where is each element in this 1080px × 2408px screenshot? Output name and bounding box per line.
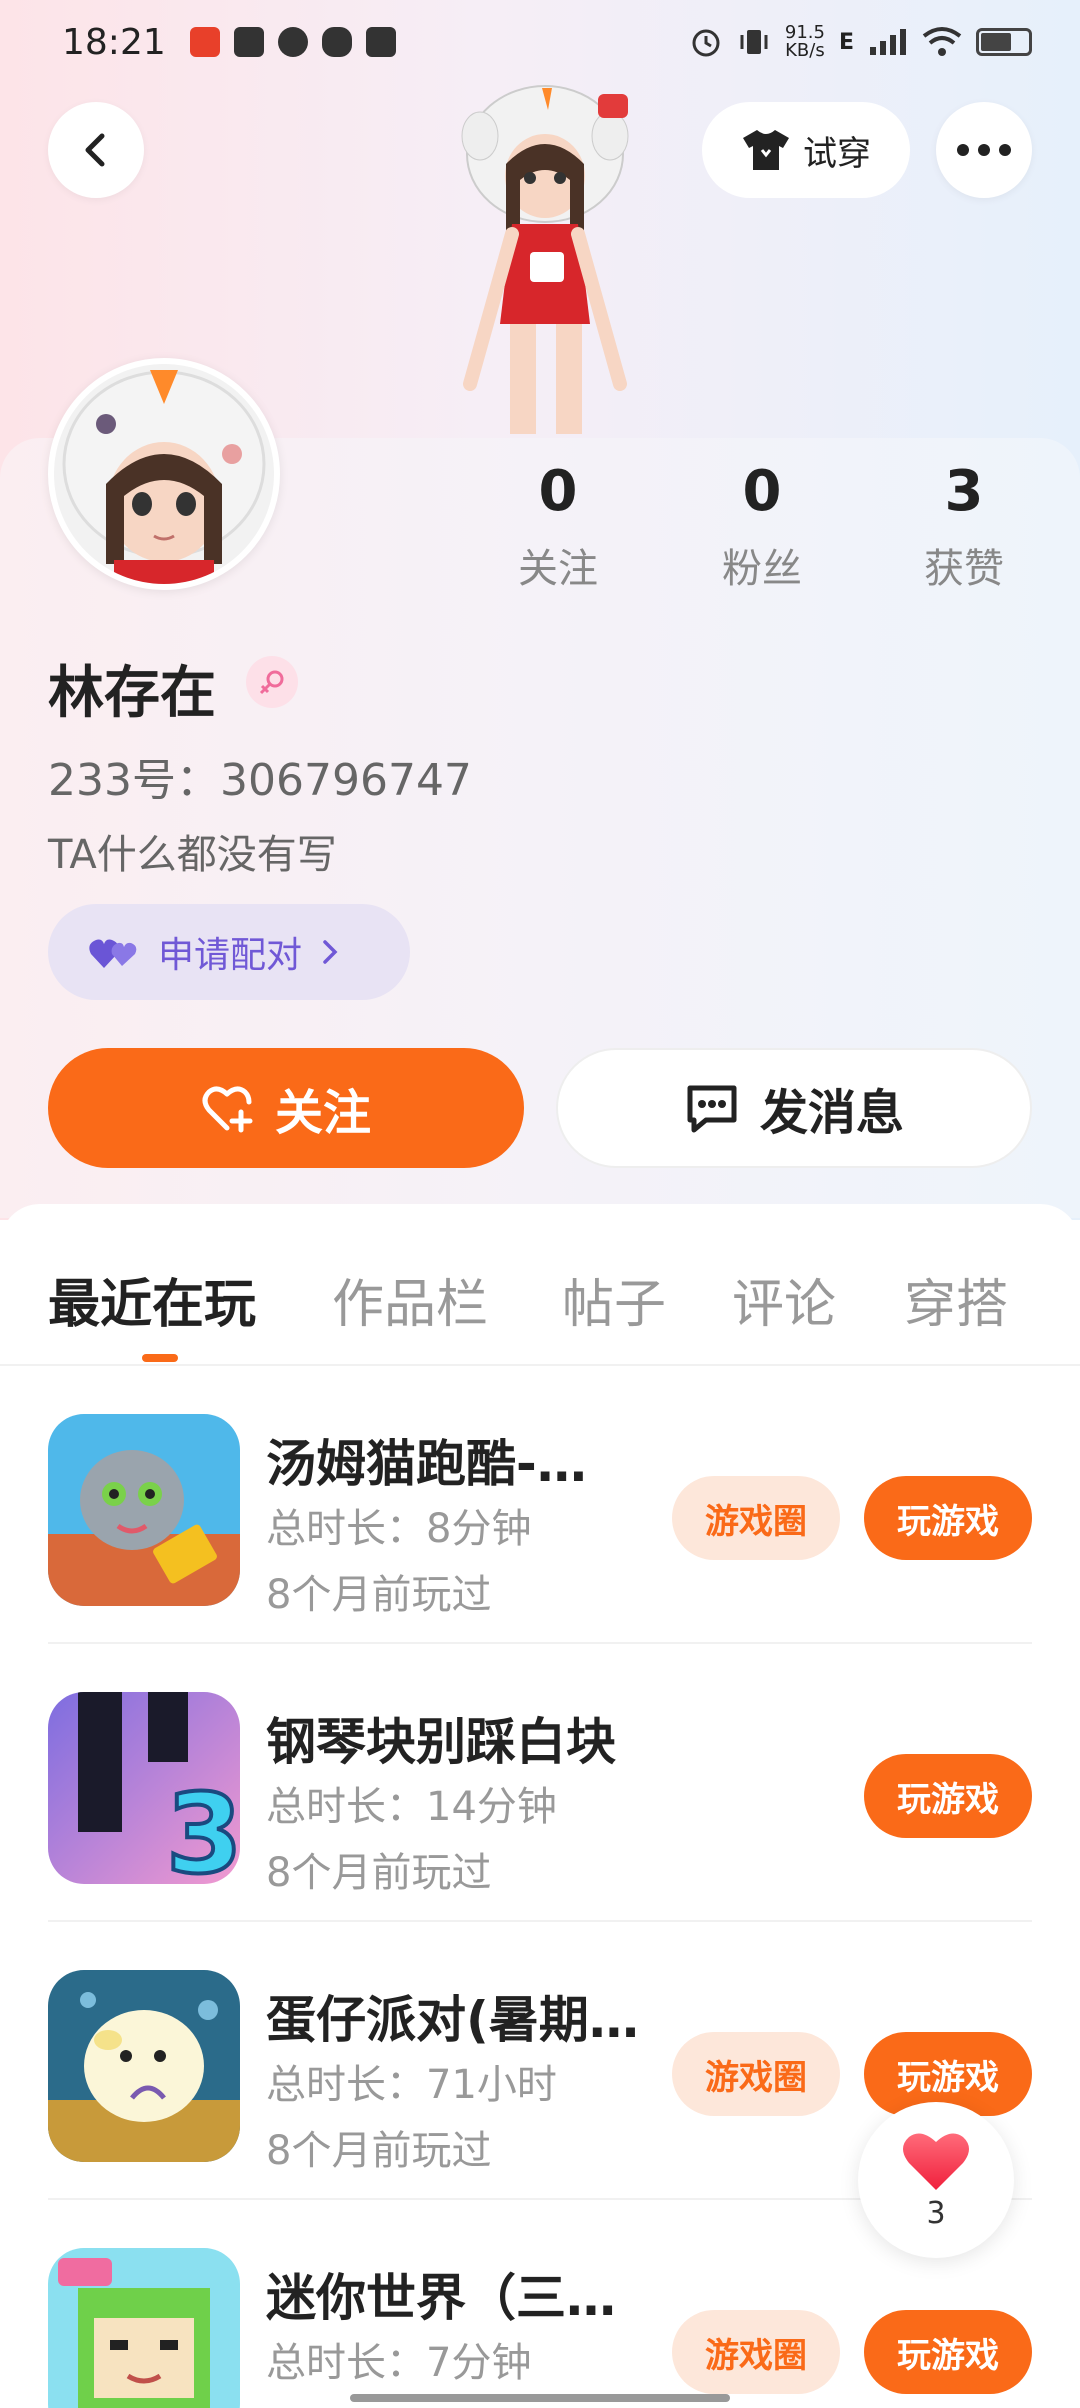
double-heart-icon [89,939,137,968]
game-duration: 总时长：71小时 [266,2062,557,2108]
pair-label: 申请配对 [158,935,303,976]
tshirt-icon [743,130,789,170]
tab-recently-played[interactable]: 最近在玩 [48,1262,256,1337]
game-title: 汤姆猫跑酷-… [266,1435,587,1493]
tab-posts[interactable]: 帖子 [562,1262,666,1337]
stat-value: 0 [538,459,578,524]
stat-label: 粉丝 [722,546,802,592]
avatar[interactable] [48,358,280,590]
app-notification-icon [189,27,220,57]
notification-icons [189,27,396,57]
game-title: 迷你世界（三… [266,2269,616,2327]
game-circle-button[interactable]: 游戏圈 [672,1476,840,1560]
status-right: 91.5 KB/s E [689,24,1032,60]
tab-works[interactable]: 作品栏 [332,1262,488,1337]
username: 林存在 [48,661,216,726]
calendar-icon [365,27,396,57]
play-game-button[interactable]: 玩游戏 [864,2310,1032,2394]
signal-icon [870,29,906,55]
game-icon-mini-world [48,2248,240,2408]
vibrate-icon [740,30,768,54]
chat-icon [277,27,308,57]
mail-icon [233,27,264,57]
follow-label: 关注 [274,1085,371,1141]
chevron-right-icon [323,940,338,964]
svg-text:3: 3 [166,1770,240,1884]
stat-likes[interactable]: 3 获赞 [884,460,1044,594]
stat-following[interactable]: 0 关注 [478,460,638,594]
more-dots-icon [957,144,1011,156]
female-icon [246,656,298,708]
try-on-button[interactable]: 试穿 [702,102,910,198]
send-message-button[interactable]: 发消息 [556,1048,1032,1168]
back-button[interactable] [48,102,144,198]
tab-indicator [142,1354,178,1362]
more-button[interactable] [936,102,1032,198]
profile-tabs: 最近在玩 作品栏 帖子 评论 穿搭 [0,1232,1080,1366]
alarm-icon [692,29,720,57]
network-type: E [838,29,854,55]
like-count: 3 [926,2195,946,2231]
game-title: 蛋仔派对(暑期… [266,1991,639,2049]
game-last-played: 8个月前玩过 [266,2128,492,2174]
heart-plus-icon [202,1086,253,1133]
heart-icon [903,2132,969,2190]
try-on-label: 试穿 [803,133,871,174]
stat-value: 0 [742,459,782,524]
stat-followers[interactable]: 0 粉丝 [682,460,842,594]
chat-bubble-icon [687,1085,737,1133]
stat-label: 关注 [518,546,598,592]
game-duration: 总时长：7分钟 [266,2340,532,2386]
game-duration: 总时长：8分钟 [266,1506,532,1552]
tab-comments[interactable]: 评论 [732,1262,836,1337]
game-circle-button[interactable]: 游戏圈 [672,2310,840,2394]
avatar-image [54,364,274,584]
avatar-3d-figure[interactable] [430,84,660,444]
follow-button[interactable]: 关注 [48,1048,524,1168]
battery-icon [976,28,1032,56]
game-icon-eggy-party [48,1970,240,2162]
user-id: 233号：306796747 [48,755,472,806]
chevron-left-icon [85,133,105,167]
game-icon-talking-tom [48,1414,240,1606]
request-pair-button[interactable]: 申请配对 [48,904,410,1000]
game-duration: 总时长：14分钟 [266,1784,557,1830]
play-game-button[interactable]: 玩游戏 [864,1754,1032,1838]
game-title: 钢琴块别踩白块 [266,1713,616,1771]
tab-outfits[interactable]: 穿搭 [904,1262,1008,1337]
stat-value: 3 [944,459,984,524]
message-label: 发消息 [759,1085,904,1141]
game-icon-piano-tiles: 3 [48,1692,240,1884]
user-bio: TA什么都没有写 [48,832,337,878]
wifi-icon [922,27,962,56]
home-indicator[interactable] [350,2394,730,2402]
game-last-played: 8个月前玩过 [266,1572,492,1618]
net-speed: 91.5 KB/s [784,22,825,61]
status-time: 18:21 [62,21,166,63]
game-row[interactable]: 汤姆猫跑酷-… 总时长：8分钟 8个月前玩过 游戏圈 玩游戏 [0,1366,1080,1644]
like-button[interactable]: 3 [858,2102,1014,2258]
play-game-button[interactable]: 玩游戏 [864,1476,1032,1560]
game-last-played: 8个月前玩过 [266,1850,492,1896]
game-row[interactable]: 3 钢琴块别踩白块 总时长：14分钟 8个月前玩过 玩游戏 [0,1644,1080,1922]
status-bar: 18:21 91.5 KB/s E [0,0,1080,84]
link-icon [321,27,352,57]
game-circle-button[interactable]: 游戏圈 [672,2032,840,2116]
stat-label: 获赞 [924,546,1004,592]
